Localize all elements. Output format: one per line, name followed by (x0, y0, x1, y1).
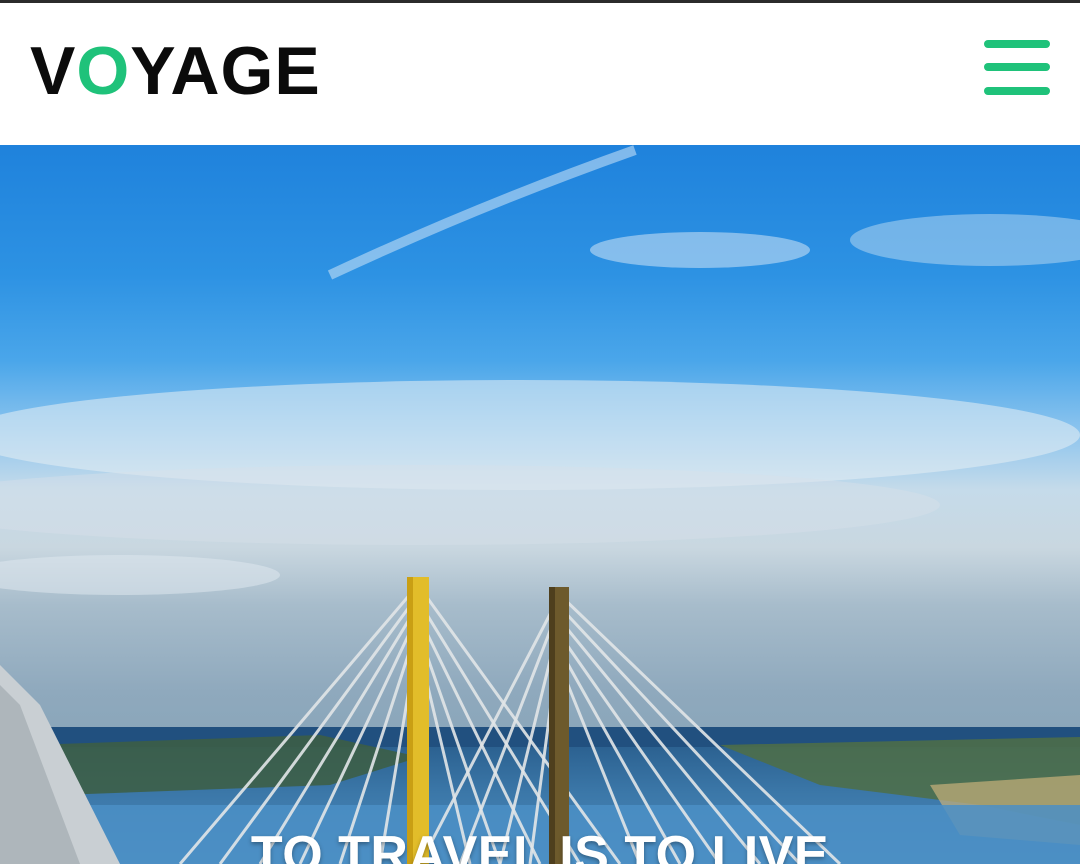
cloud (0, 555, 280, 595)
hero-banner: TO TRAVEL IS TO LIVE (0, 145, 1080, 864)
menu-bar-bottom (984, 87, 1050, 95)
hamburger-menu-icon[interactable] (980, 37, 1054, 101)
logo-letters-yage: YAGE (130, 33, 321, 109)
logo-letter-o-accent: O (76, 33, 131, 109)
cloud (850, 214, 1080, 266)
menu-bar-top (984, 40, 1050, 48)
cloud-streak (327, 145, 637, 280)
cloud (590, 232, 810, 268)
site-logo[interactable]: VOYAGE (30, 33, 321, 109)
site-header: VOYAGE (0, 3, 1080, 145)
hero-title: TO TRAVEL IS TO LIVE (250, 825, 830, 864)
menu-bar-middle (984, 63, 1050, 71)
logo-letter-v: V (30, 33, 77, 109)
hero-bridge-image (0, 145, 1080, 864)
